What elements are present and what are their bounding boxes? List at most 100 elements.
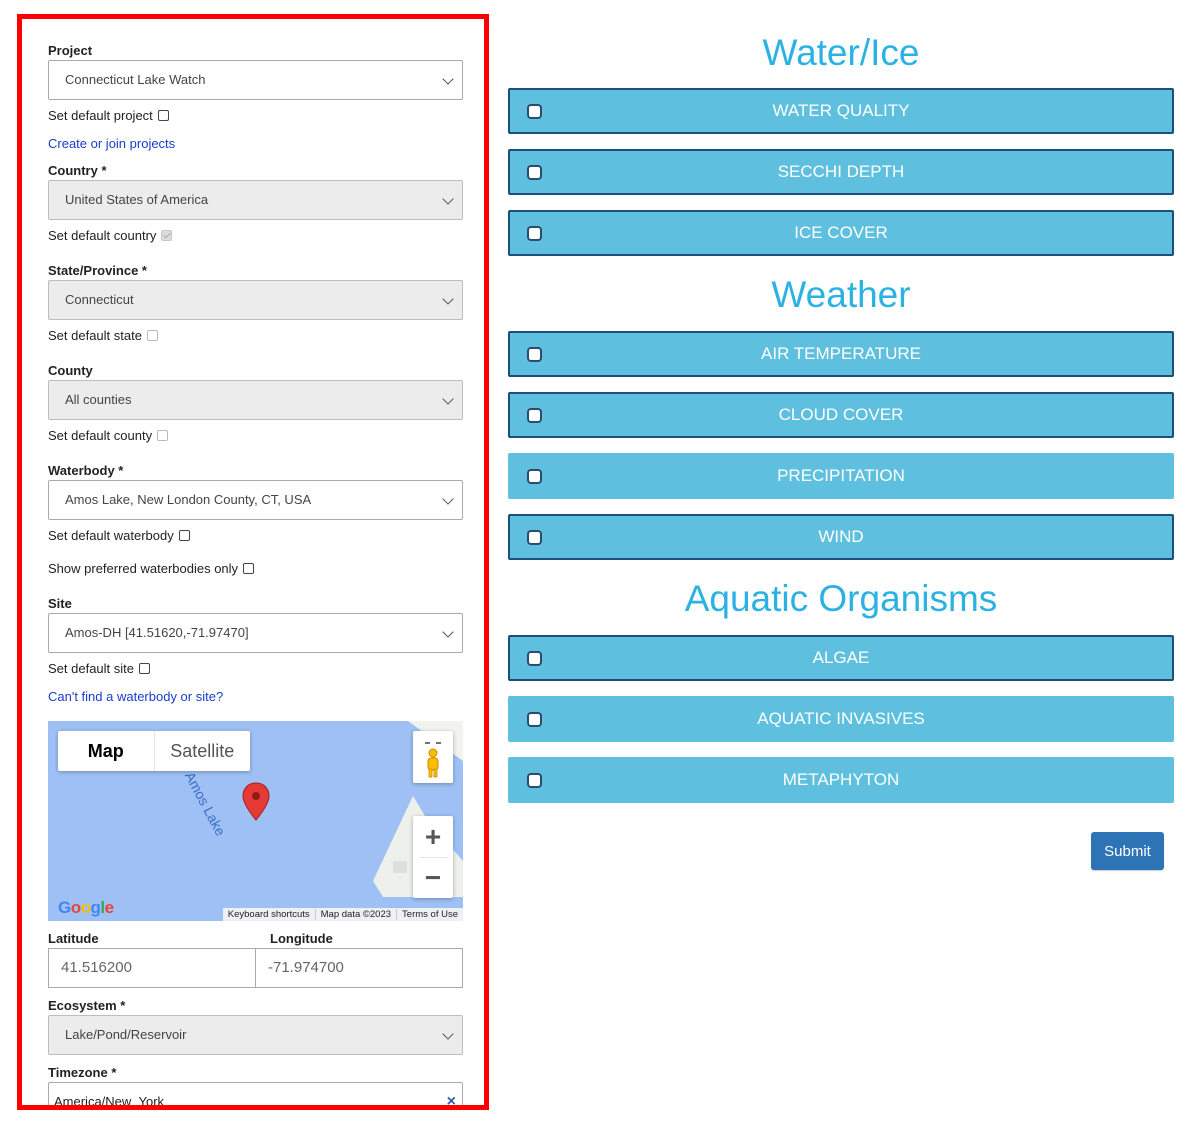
longitude-input[interactable]: -71.974700 — [255, 948, 463, 988]
map-type-satellite-button[interactable]: Satellite — [153, 731, 251, 771]
water-ice-heading: Water/Ice — [762, 32, 920, 73]
country-select[interactable]: United States of America — [48, 180, 463, 220]
default-state-row: Set default state — [48, 328, 158, 343]
category-secchi-depth[interactable]: SECCHI DEPTH — [508, 149, 1174, 195]
county-label: County — [48, 363, 93, 378]
weather-heading: Weather — [771, 274, 911, 315]
default-site-row: Set default site — [48, 661, 150, 676]
category-checkbox[interactable] — [527, 773, 542, 788]
default-project-row: Set default project — [48, 108, 169, 123]
chevron-down-icon — [442, 393, 454, 405]
category-label: AQUATIC INVASIVES — [757, 709, 925, 728]
default-state-checkbox[interactable] — [146, 330, 158, 341]
latitude-input[interactable]: 41.516200 — [48, 948, 256, 988]
timezone-label: Timezone * — [48, 1065, 117, 1080]
category-label: AIR TEMPERATURE — [761, 344, 921, 363]
category-checkbox[interactable] — [527, 104, 542, 119]
default-site-checkbox[interactable] — [139, 663, 150, 674]
category-checkbox[interactable] — [527, 165, 542, 180]
category-metaphyton[interactable]: METAPHYTON — [508, 757, 1174, 803]
project-value: Connecticut Lake Watch — [65, 72, 206, 87]
timezone-select[interactable]: America/New_York × — [48, 1082, 463, 1109]
map-marker-icon — [242, 782, 270, 821]
google-logo[interactable]: Google — [58, 898, 114, 918]
map-type-map-button[interactable]: Map — [58, 731, 154, 771]
site-value: Amos-DH [41.51620,-71.97470] — [65, 625, 249, 640]
category-air-temperature[interactable]: AIR TEMPERATURE — [508, 331, 1174, 377]
category-label: ALGAE — [812, 648, 870, 667]
street-view-pegman-button[interactable] — [413, 731, 453, 783]
clear-icon[interactable]: × — [447, 1083, 456, 1105]
category-checkbox[interactable] — [527, 651, 542, 666]
waterbody-value: Amos Lake, New London County, CT, USA — [65, 492, 312, 507]
ecosystem-select[interactable]: Lake/Pond/Reservoir — [48, 1015, 463, 1055]
terms-of-use-link[interactable]: Terms of Use — [396, 909, 463, 920]
map-data-text: Map data ©2023 — [314, 909, 396, 920]
category-cloud-cover[interactable]: CLOUD COVER — [508, 392, 1174, 438]
chevron-down-icon — [442, 626, 454, 638]
default-site-label: Set default site — [48, 661, 134, 676]
category-checkbox[interactable] — [527, 226, 542, 241]
chevron-down-icon — [442, 293, 454, 305]
default-project-checkbox[interactable] — [157, 110, 169, 121]
default-project-label: Set default project — [48, 108, 153, 123]
aquatic-organisms-heading: Aquatic Organisms — [684, 578, 998, 619]
zoom-in-button[interactable]: + — [413, 816, 453, 857]
ecosystem-label: Ecosystem * — [48, 998, 126, 1013]
default-county-checkbox[interactable] — [157, 430, 169, 441]
project-select[interactable]: Connecticut Lake Watch — [48, 60, 463, 100]
default-county-row: Set default county — [48, 428, 169, 443]
state-value: Connecticut — [65, 292, 134, 307]
site-map[interactable]: Amos Lake Map Satellite + − Google Keybo… — [48, 721, 463, 921]
county-select[interactable]: All counties — [48, 380, 463, 420]
pegman-icon — [425, 742, 441, 778]
category-label: WATER QUALITY — [772, 101, 910, 120]
category-label: WIND — [818, 527, 864, 546]
category-precipitation[interactable]: PRECIPITATION — [508, 453, 1174, 499]
chevron-down-icon — [442, 1028, 454, 1040]
site-select[interactable]: Amos-DH [41.51620,-71.97470] — [48, 613, 463, 653]
category-wind[interactable]: WIND — [508, 514, 1174, 560]
zoom-out-button[interactable]: − — [413, 857, 453, 898]
keyboard-shortcuts-link[interactable]: Keyboard shortcuts — [223, 909, 315, 920]
category-algae[interactable]: ALGAE — [508, 635, 1174, 681]
default-state-label: Set default state — [48, 328, 142, 343]
default-waterbody-checkbox[interactable] — [178, 530, 190, 541]
preferred-waterbodies-label: Show preferred waterbodies only — [48, 561, 239, 576]
category-ice-cover[interactable]: ICE COVER — [508, 210, 1174, 256]
chevron-down-icon — [442, 73, 454, 85]
preferred-waterbodies-checkbox[interactable] — [243, 563, 255, 574]
category-checkbox[interactable] — [527, 530, 542, 545]
category-label: PRECIPITATION — [777, 466, 905, 485]
state-select[interactable]: Connecticut — [48, 280, 463, 320]
timezone-value: America/New_York — [54, 1094, 165, 1109]
category-label: CLOUD COVER — [778, 405, 904, 424]
category-checkbox[interactable] — [527, 347, 542, 362]
category-aquatic-invasives[interactable]: AQUATIC INVASIVES — [508, 696, 1174, 742]
default-waterbody-label: Set default waterbody — [48, 528, 174, 543]
category-label: SECCHI DEPTH — [777, 162, 905, 181]
country-value: United States of America — [65, 192, 209, 207]
submit-button[interactable]: Submit — [1091, 832, 1164, 870]
default-country-row: Set default country — [48, 228, 173, 243]
ecosystem-value: Lake/Pond/Reservoir — [65, 1027, 187, 1042]
project-label: Project — [48, 43, 93, 58]
default-country-label: Set default country — [48, 228, 157, 243]
map-attribution: Keyboard shortcuts Map data ©2023 Terms … — [222, 908, 463, 921]
cant-find-site-link[interactable]: Can't find a waterbody or site? — [48, 689, 223, 704]
site-label: Site — [48, 596, 72, 611]
category-checkbox[interactable] — [527, 712, 542, 727]
longitude-label: Longitude — [270, 931, 333, 946]
map-zoom-control: + − — [413, 816, 453, 898]
category-checkbox[interactable] — [527, 469, 542, 484]
site-form-panel: Project Connecticut Lake Watch Set defau… — [17, 14, 489, 1110]
waterbody-select[interactable]: Amos Lake, New London County, CT, USA — [48, 480, 463, 520]
default-county-label: Set default county — [48, 428, 153, 443]
default-country-checkbox[interactable] — [161, 230, 173, 241]
county-value: All counties — [65, 392, 132, 407]
category-water-quality[interactable]: WATER QUALITY — [508, 88, 1174, 134]
create-join-projects-link[interactable]: Create or join projects — [48, 136, 175, 151]
default-waterbody-row: Set default waterbody — [48, 528, 190, 543]
category-checkbox[interactable] — [527, 408, 542, 423]
zoom-separator — [419, 857, 447, 858]
